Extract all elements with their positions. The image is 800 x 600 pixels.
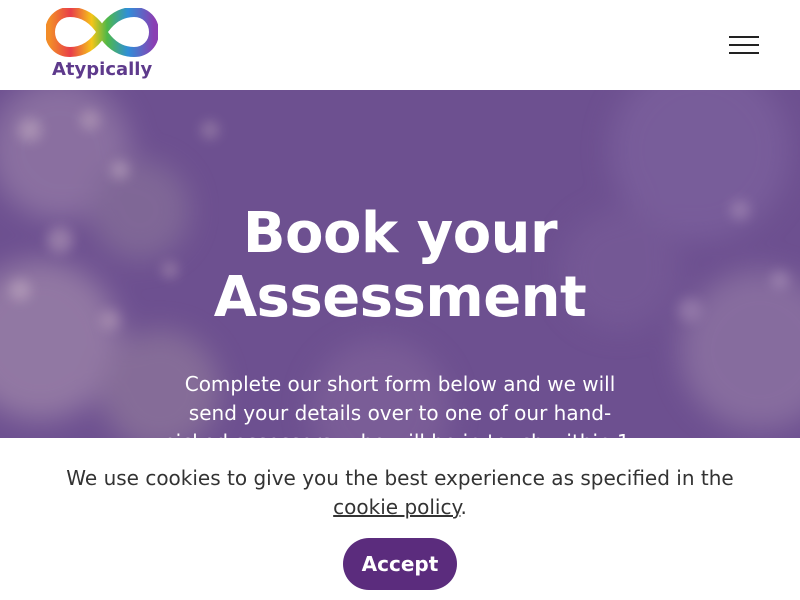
menu-line	[729, 52, 759, 54]
hero-subtitle: Complete our short form below and we wil…	[163, 372, 637, 438]
hero-banner: Book your Assessment Complete our short …	[0, 90, 800, 438]
cookie-policy-link[interactable]: cookie policy	[333, 495, 460, 519]
site-header: Atypically	[0, 0, 800, 90]
cookie-message-text: We use cookies to give you the best expe…	[66, 466, 734, 490]
cookie-banner: We use cookies to give you the best expe…	[0, 438, 800, 600]
menu-line	[729, 44, 759, 46]
page-title-line1: Book your	[242, 201, 558, 266]
hamburger-menu-icon[interactable]	[726, 32, 762, 58]
cookie-message-suffix: .	[460, 495, 467, 519]
logo-wordmark: Atypically	[52, 59, 153, 80]
page-title: Book your Assessment	[0, 202, 800, 330]
page-title-line2: Assessment	[213, 265, 587, 330]
cookie-message: We use cookies to give you the best expe…	[40, 464, 760, 522]
infinity-logo-icon	[46, 8, 158, 57]
accept-cookies-button[interactable]: Accept	[343, 538, 457, 590]
atypically-logo[interactable]: Atypically	[46, 8, 158, 84]
menu-line	[729, 36, 759, 38]
